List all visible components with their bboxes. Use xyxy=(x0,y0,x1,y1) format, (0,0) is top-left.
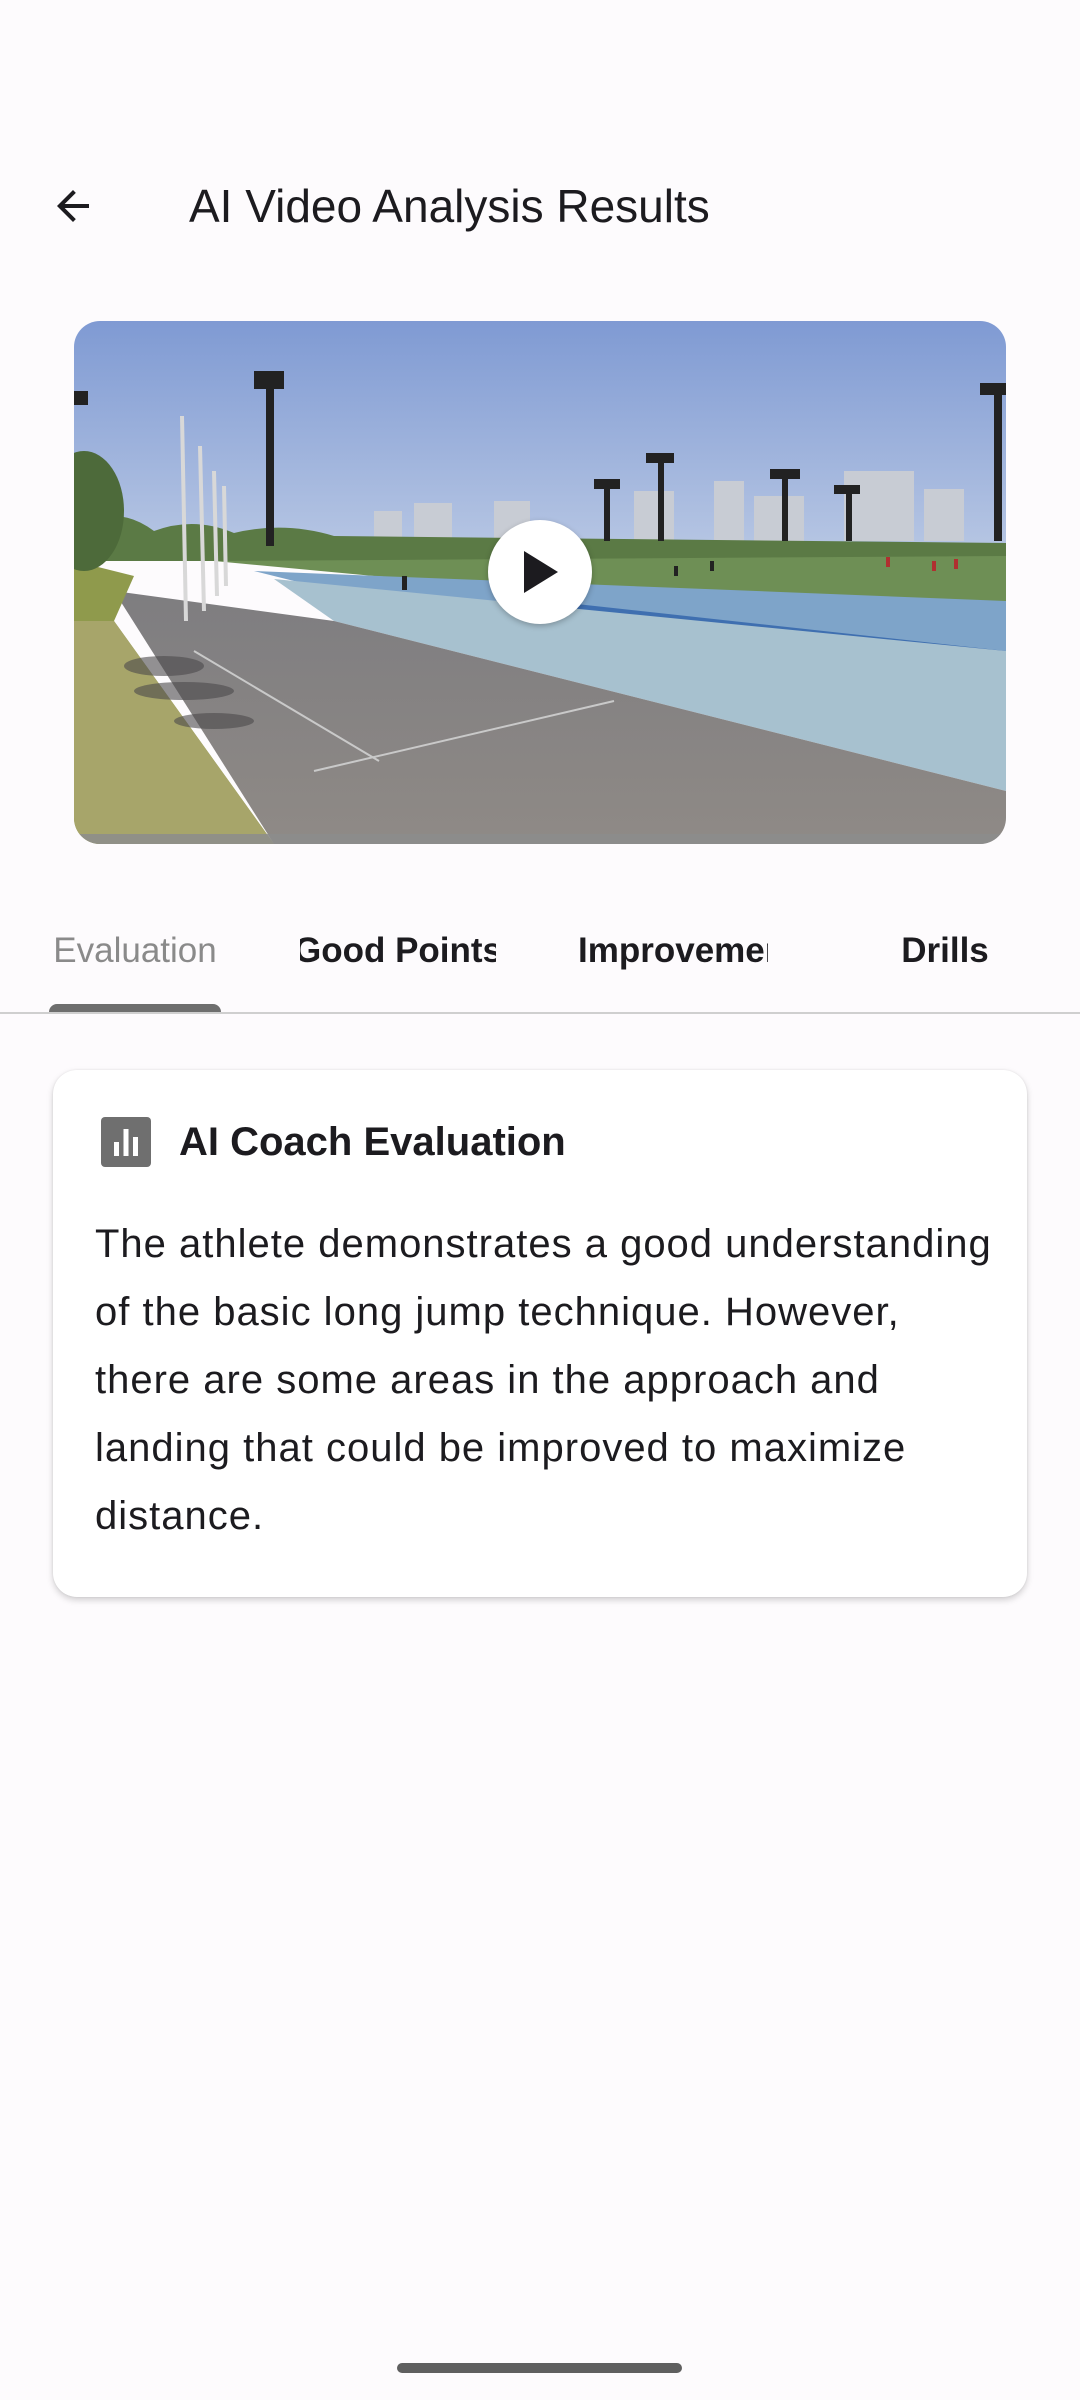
page-title: AI Video Analysis Results xyxy=(189,180,710,232)
app-root: AI Video Analysis Results Evaluation Goo… xyxy=(0,0,1080,2400)
gesture-navigation-bar[interactable] xyxy=(397,2363,682,2373)
video-progress-bar[interactable] xyxy=(74,834,1006,844)
tab-evaluation[interactable]: Evaluation xyxy=(49,892,221,1010)
evaluation-text: The athlete demonstrates a good understa… xyxy=(95,1222,992,1538)
analysis-tabs: Evaluation Good Points Improvements Dril… xyxy=(0,892,1080,1014)
app-bar: AI Video Analysis Results xyxy=(0,150,1080,262)
arrow-left-icon xyxy=(57,190,89,222)
play-icon xyxy=(524,551,558,593)
bar-chart-icon xyxy=(101,1117,151,1167)
tab-good-points[interactable]: Good Points xyxy=(300,892,496,1010)
tab-drills[interactable]: Drills xyxy=(860,892,1030,1010)
back-button[interactable] xyxy=(28,150,118,262)
evaluation-card: AI Coach Evaluation The athlete demonstr… xyxy=(53,1070,1027,1597)
tab-indicator xyxy=(49,1004,221,1012)
tab-improvements[interactable]: Improvements xyxy=(578,892,768,1010)
video-player[interactable] xyxy=(74,321,1006,844)
play-button[interactable] xyxy=(488,520,592,624)
tabs-divider xyxy=(0,1012,1080,1014)
card-title: AI Coach Evaluation xyxy=(179,1119,566,1164)
